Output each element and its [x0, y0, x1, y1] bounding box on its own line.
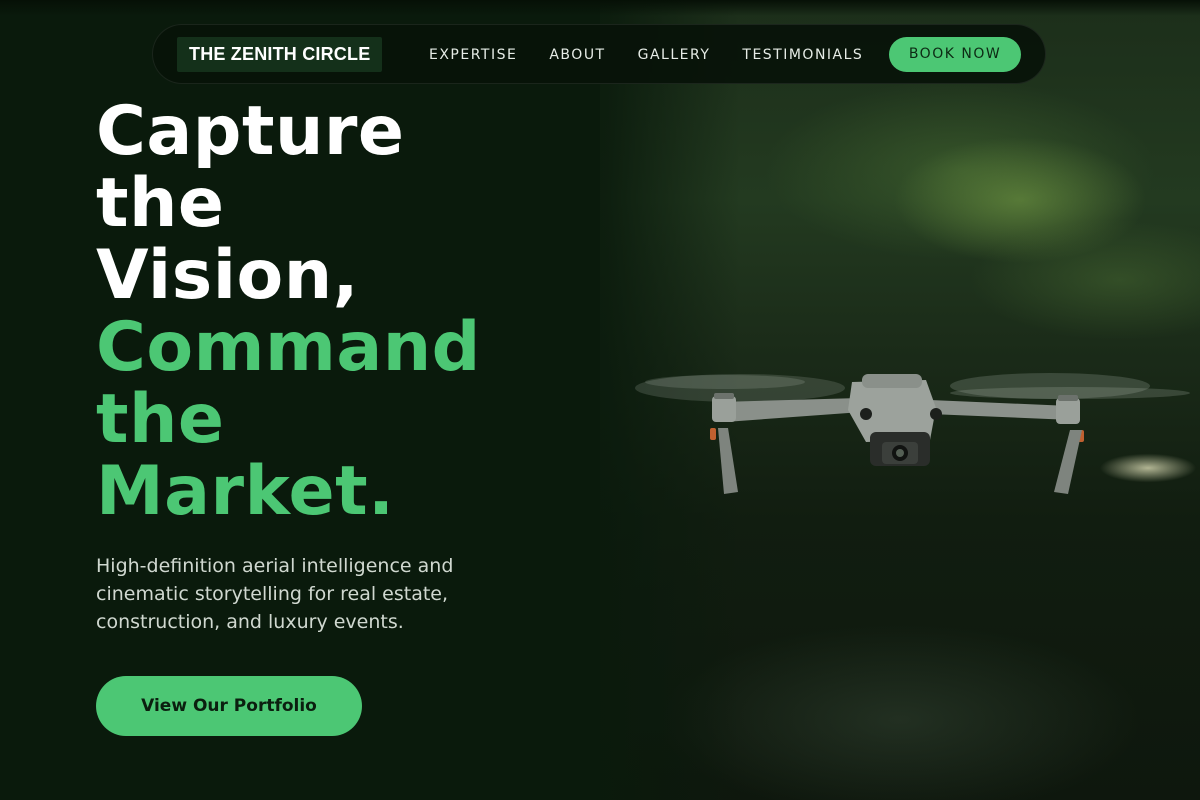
view-portfolio-button[interactable]: View Our Portfolio — [96, 676, 362, 736]
nav-link-gallery[interactable]: GALLERY — [638, 47, 711, 63]
brand-logo[interactable]: THE ZENITH CIRCLE — [177, 37, 383, 72]
nav-link-about[interactable]: ABOUT — [549, 47, 605, 63]
headline-accent-line: Command — [96, 308, 481, 387]
headline-line: Vision, — [96, 236, 359, 315]
headline-accent-line: Market. — [96, 452, 395, 531]
nav-links: EXPERTISE ABOUT GALLERY TESTIMONIALS — [429, 25, 863, 85]
book-now-button[interactable]: BOOK NOW — [889, 37, 1021, 72]
drone-image — [635, 373, 1190, 494]
headline-line: Capture — [96, 92, 405, 171]
hero-section: THE ZENITH CIRCLE EXPERTISE ABOUT GALLER… — [0, 0, 1200, 800]
headline-line: the — [96, 164, 225, 243]
top-navbar: THE ZENITH CIRCLE EXPERTISE ABOUT GALLER… — [152, 24, 1046, 84]
nav-link-expertise[interactable]: EXPERTISE — [429, 47, 517, 63]
headline-accent-line: the — [96, 380, 225, 459]
nav-link-testimonials[interactable]: TESTIMONIALS — [742, 47, 863, 63]
hero-subtext: High-definition aerial intelligence and … — [96, 555, 454, 633]
hero-headline: Capture the Vision, Command the Market. — [96, 96, 596, 528]
top-shadow — [0, 0, 1200, 16]
